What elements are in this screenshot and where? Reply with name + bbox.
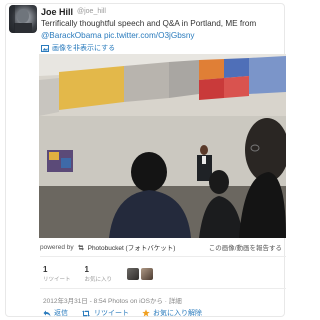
favorite-count: 1 [84, 265, 89, 274]
tweet-timestamp[interactable]: 2012年3月31日 - 8:54 Photos on iOSから · 詳細 [43, 295, 182, 305]
powered-by: powered by Photobucket (フォトバケット) [40, 242, 176, 253]
reply-button[interactable]: 返信 [43, 308, 68, 318]
tweet-actions: 返信 リツイート お気に入り解除 [43, 308, 202, 318]
photo-icon [41, 44, 49, 52]
retweet-button[interactable]: リツイート [81, 308, 129, 318]
avatar[interactable] [9, 5, 37, 33]
mention-link[interactable]: @BarackObama [41, 31, 102, 40]
tweet-card: Joe Hill @joe_hill Terrifically thoughtf… [5, 3, 286, 318]
tweet-text: Terrifically thoughtful speech and Q&A i… [41, 18, 281, 42]
author-handle[interactable]: @joe_hill [77, 8, 106, 15]
retweet-label: リツイート [43, 277, 71, 283]
powered-by-label: powered by [40, 243, 74, 251]
retweet-stat[interactable]: 1 リツイート [43, 265, 71, 283]
tweet-photo[interactable] [39, 54, 286, 238]
media-link[interactable]: pic.twitter.com/O3jGbsny [104, 31, 195, 40]
retweet-icon [82, 310, 90, 316]
hide-media-button[interactable]: 画像を非表示にする [41, 43, 115, 53]
tweet-body: Terrifically thoughtful speech and Q&A i… [41, 19, 257, 28]
avatar[interactable] [127, 268, 139, 280]
star-icon [142, 309, 150, 317]
retweet-label: リツイート [94, 310, 129, 317]
reply-icon [43, 310, 51, 316]
retweet-count: 1 [43, 265, 48, 274]
favorite-label: お気に入り [84, 277, 113, 283]
engager-avatars [127, 268, 153, 280]
hide-media-label: 画像を非表示にする [52, 45, 116, 52]
unfavorite-label: お気に入り解除 [153, 310, 202, 317]
divider [40, 256, 286, 257]
favorite-stat[interactable]: 1 お気に入り [85, 265, 113, 283]
avatar[interactable] [141, 268, 153, 280]
author-name[interactable]: Joe Hill [41, 7, 73, 17]
photobucket-icon [77, 244, 84, 250]
provider-link[interactable]: Photobucket (フォトバケット) [88, 242, 176, 252]
reply-label: 返信 [54, 310, 68, 317]
divider [40, 288, 286, 289]
tweet-stats: 1 リツイート 1 お気に入り [43, 265, 112, 283]
report-media-link[interactable]: この画像/動画を報告する [209, 242, 282, 252]
unfavorite-button[interactable]: お気に入り解除 [142, 308, 202, 318]
